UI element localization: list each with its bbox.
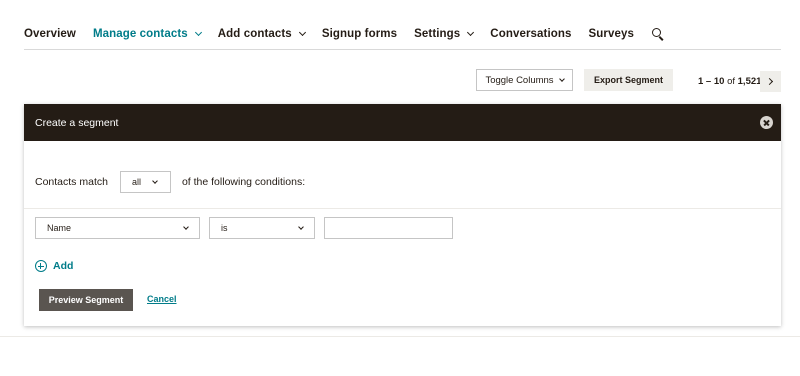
nav-item-conversations[interactable]: Conversations (490, 28, 571, 40)
preview-segment-label: Preview Segment (48, 295, 124, 305)
nav-item-overview[interactable]: Overview (24, 28, 76, 40)
close-icon[interactable] (760, 116, 773, 129)
plus-circle-icon (35, 260, 47, 272)
nav-item-label: Conversations (490, 28, 572, 40)
condition-field-value: Name (47, 223, 72, 233)
add-condition-label: Add (53, 260, 74, 272)
match-type-value: all (131, 177, 141, 187)
pagination-range: 1 – 10 (698, 76, 725, 87)
condition-operator-value: is (221, 223, 228, 233)
nav-item-signup-forms[interactable]: Signup forms (322, 28, 397, 40)
export-segment-button[interactable]: Export Segment (584, 69, 673, 91)
top-navigation: Overview Manage contacts Add contacts Signu… (24, 22, 781, 50)
match-prefix: Contacts match (35, 176, 108, 188)
segment-panel-title: Create a segment (35, 116, 119, 129)
nav-item-add-contacts[interactable]: Add contacts (217, 28, 306, 40)
chevron-down-icon (298, 28, 306, 37)
match-condition-row: Contacts match all of the following cond… (35, 171, 305, 193)
chevron-down-icon (183, 224, 189, 230)
search-icon[interactable] (651, 27, 665, 41)
condition-value-input[interactable] (324, 217, 453, 239)
nav-item-manage-contacts[interactable]: Manage contacts (92, 28, 202, 40)
nav-item-surveys[interactable]: Surveys (588, 28, 633, 40)
match-type-select[interactable]: all (119, 171, 171, 193)
nav-item-settings[interactable]: Settings (414, 28, 475, 40)
export-segment-label: Export Segment (593, 75, 663, 85)
nav-item-label: Signup forms (321, 28, 398, 40)
chevron-down-icon (298, 224, 304, 230)
nav-item-label: Surveys (588, 28, 634, 40)
cancel-link[interactable]: Cancel (147, 294, 177, 304)
pagination-summary: 1 – 10 of 1,521 (698, 76, 761, 87)
nav-item-label: Manage contacts (92, 28, 188, 40)
chevron-down-icon (558, 76, 565, 82)
condition-field-select[interactable]: Name (35, 217, 200, 239)
add-condition-button[interactable]: Add (35, 260, 73, 272)
create-segment-panel: Create a segment Contacts match all of t… (24, 104, 781, 326)
chevron-down-icon (152, 178, 158, 184)
toggle-columns-label: Toggle Columns (485, 74, 554, 86)
segment-panel-header: Create a segment (24, 104, 781, 141)
divider (0, 336, 800, 337)
chevron-down-icon (467, 28, 475, 37)
nav-item-label: Overview (24, 28, 76, 40)
nav-item-label: Settings (414, 28, 461, 40)
divider (24, 208, 781, 209)
next-page-button[interactable] (760, 71, 781, 92)
chevron-down-icon (194, 28, 202, 37)
condition-row: Name is (35, 217, 453, 239)
match-suffix: of the following conditions: (181, 176, 306, 188)
pagination-of: of (727, 76, 735, 87)
nav-item-label: Add contacts (217, 28, 292, 40)
preview-segment-button[interactable]: Preview Segment (39, 289, 133, 311)
toggle-columns-button[interactable]: Toggle Columns (476, 69, 573, 91)
chevron-right-icon (765, 77, 774, 86)
nav-items: Overview Manage contacts Add contacts Signu… (24, 22, 665, 46)
condition-operator-select[interactable]: is (209, 217, 315, 239)
pagination-total: 1,521 (737, 76, 762, 87)
